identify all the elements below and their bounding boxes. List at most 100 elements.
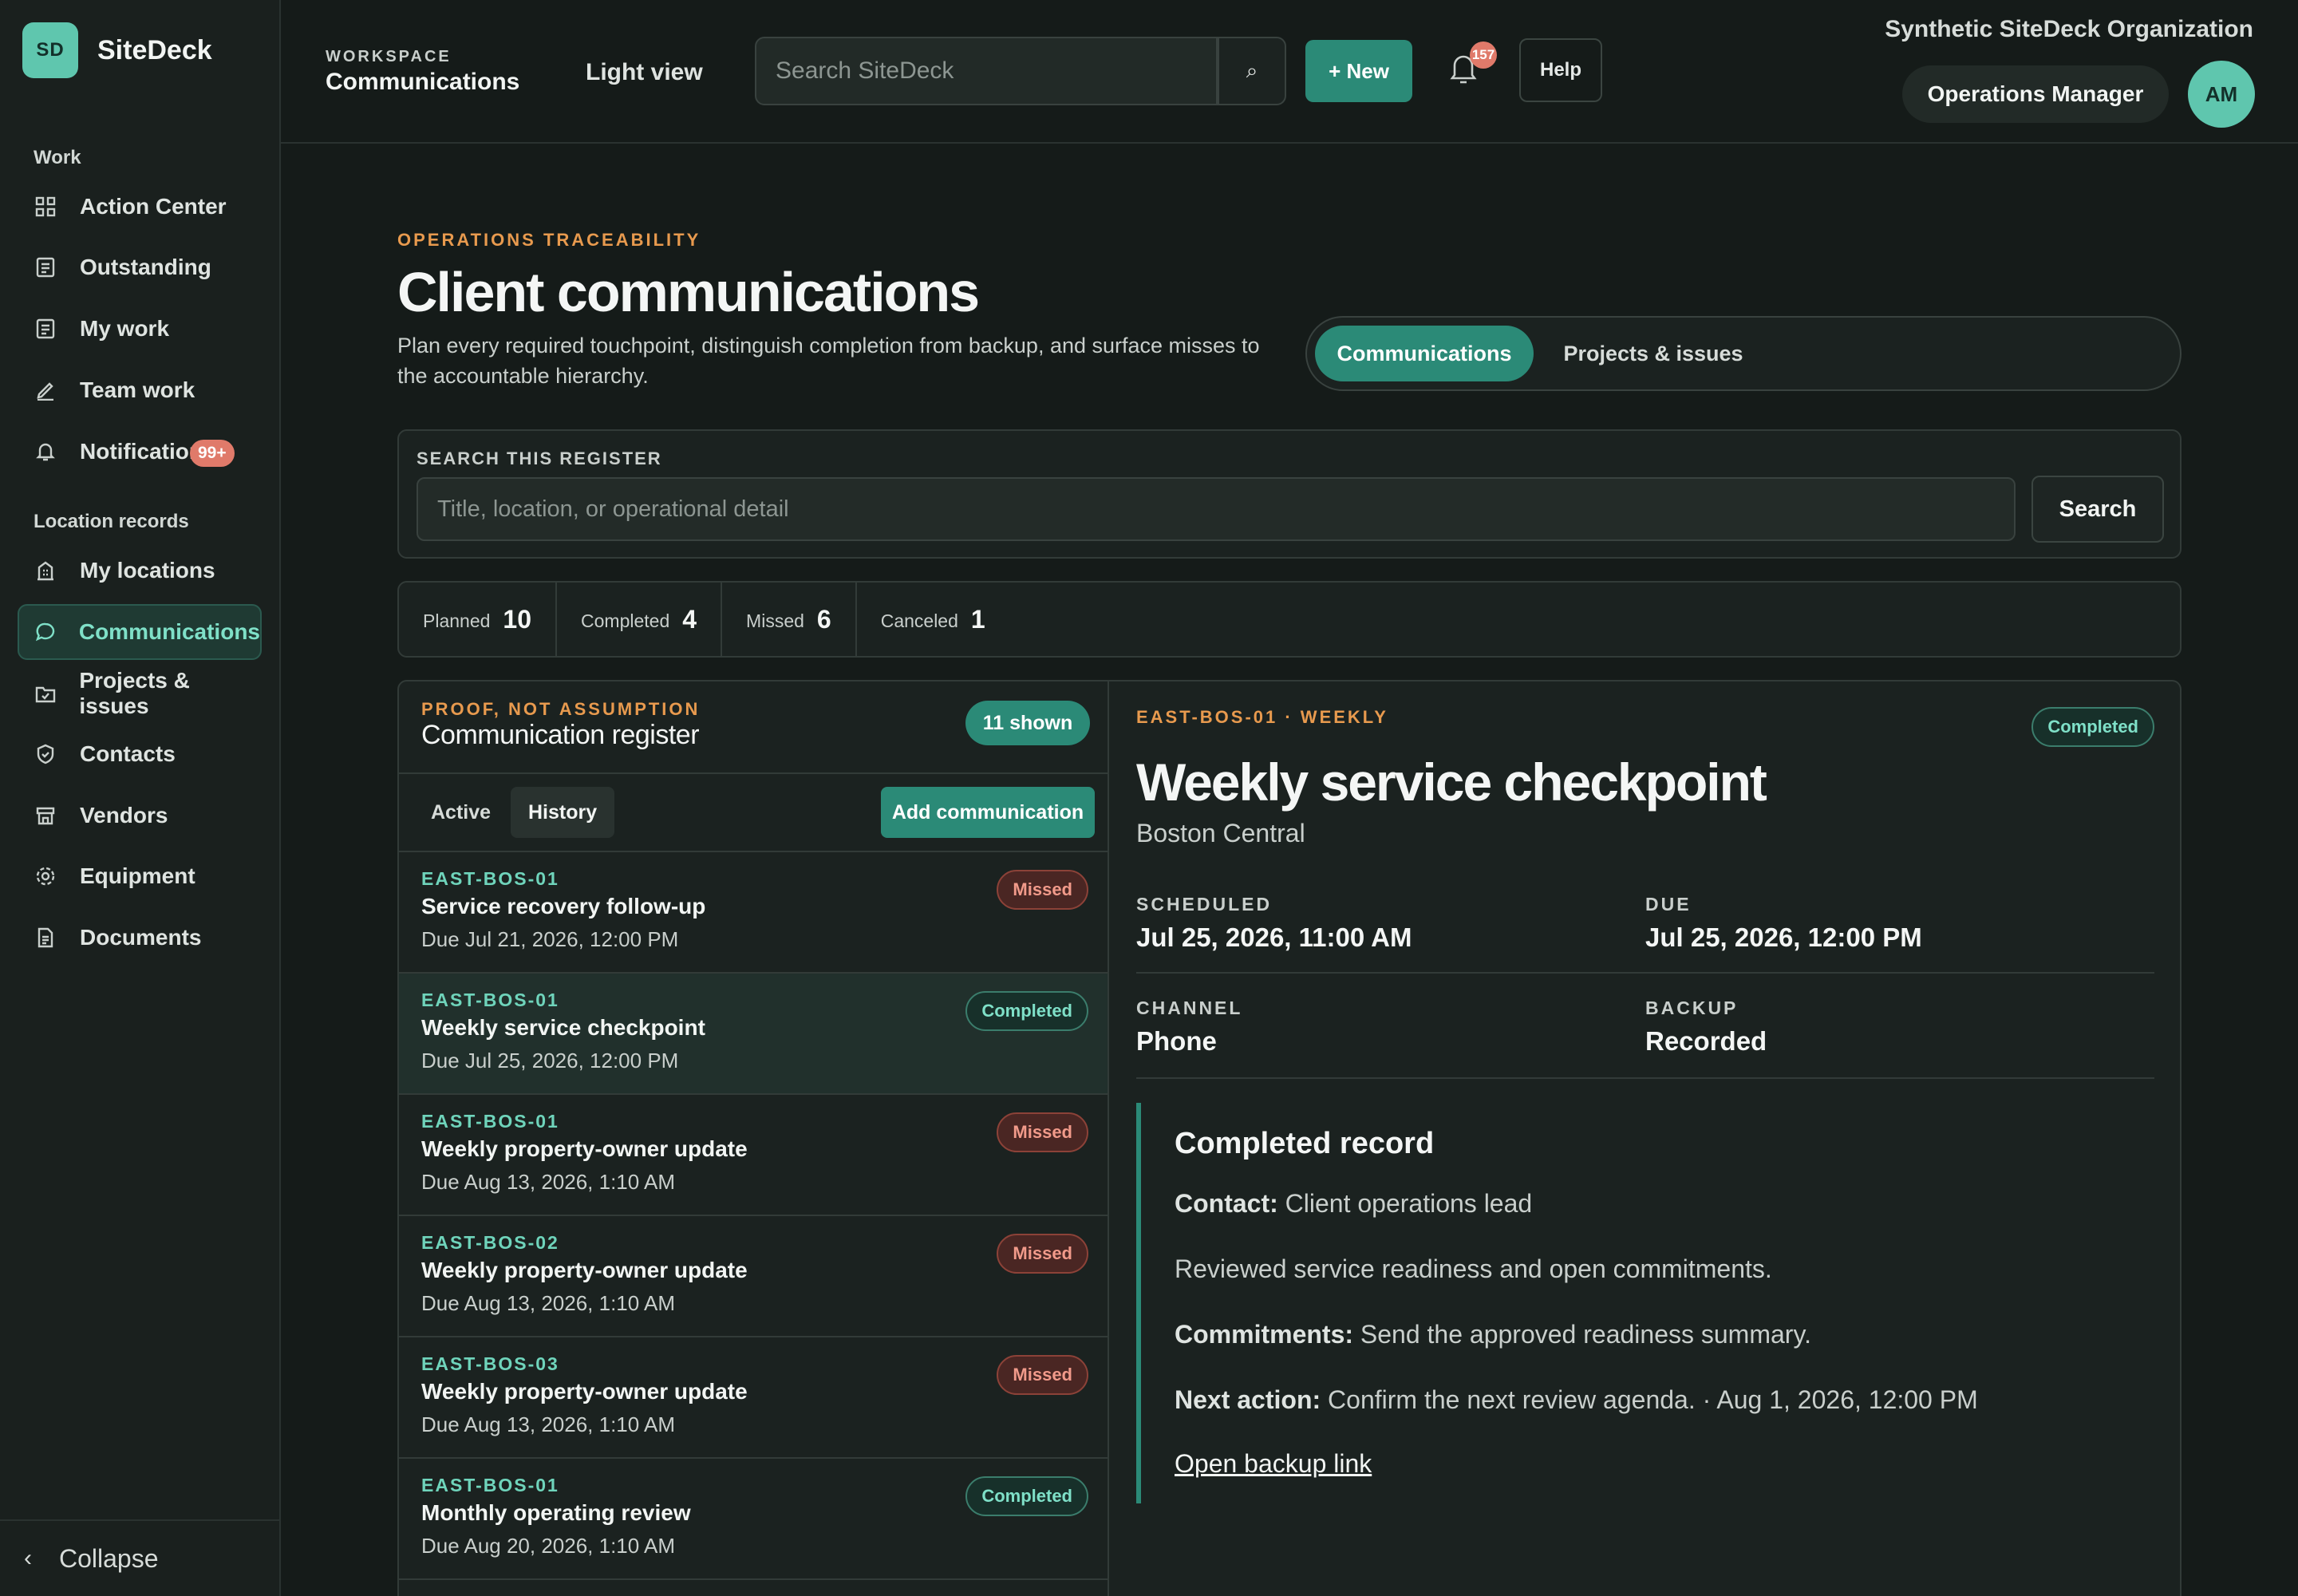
- sidebar-item-outstanding[interactable]: Outstanding: [18, 239, 262, 295]
- stat-value: 4: [682, 604, 697, 634]
- sidebar-item-notifications[interactable]: Notifications 99+: [18, 424, 262, 480]
- sidebar-item-label: Team work: [80, 377, 195, 402]
- pen-icon: [34, 378, 57, 402]
- stat-missed: Missed 6: [722, 583, 857, 656]
- sidebar-item-label: Equipment: [80, 863, 195, 888]
- document-icon: [34, 926, 57, 950]
- detail-title: Weekly service checkpoint: [1136, 753, 1767, 812]
- bell-icon: [34, 440, 57, 464]
- communication-title: Weekly property-owner update: [421, 1136, 748, 1161]
- list-item[interactable]: EAST-BOS-01 Weekly service checkpoint Du…: [399, 974, 1108, 1095]
- register-search-button[interactable]: Search: [2031, 476, 2164, 543]
- workspace-label: WORKSPACE: [326, 48, 452, 65]
- sidebar-item-label: Contacts: [80, 741, 176, 766]
- open-backup-link[interactable]: Open backup link: [1175, 1449, 1372, 1479]
- register-list: EAST-BOS-01 Service recovery follow-up D…: [399, 852, 1108, 1580]
- status-badge: Completed: [965, 991, 1088, 1031]
- sidebar-item-documents[interactable]: Documents: [18, 910, 262, 966]
- page-title: Client communications: [397, 261, 980, 323]
- backup-label: BACKUP: [1645, 998, 1739, 1018]
- register-eyebrow: PROOF, NOT ASSUMPTION: [421, 699, 701, 719]
- contact-value: Client operations lead: [1285, 1189, 1533, 1218]
- chat-icon: [35, 620, 57, 644]
- tab-projects-issues[interactable]: Projects & issues: [1540, 326, 1767, 381]
- shield-icon: [34, 742, 57, 766]
- due-date: Due Aug 20, 2026, 1:10 AM: [421, 1534, 676, 1558]
- record-commitments: Commitments: Send the approved readiness…: [1175, 1320, 1811, 1349]
- sidebar-item-my-work[interactable]: My work: [18, 301, 262, 357]
- sidebar-item-label: Communications: [78, 619, 260, 644]
- global-search-button[interactable]: ⌕: [1218, 37, 1286, 105]
- help-button[interactable]: Help: [1519, 38, 1602, 102]
- chevron-left-icon: ‹: [24, 1545, 32, 1571]
- communication-title: Monthly operating review: [421, 1500, 691, 1525]
- communication-register: PROOF, NOT ASSUMPTION Communication regi…: [397, 680, 1109, 1596]
- list-item[interactable]: EAST-BOS-02 Weekly property-owner update…: [399, 1216, 1108, 1337]
- location-code: EAST-BOS-01: [421, 1475, 559, 1495]
- detail-status-badge: Completed: [2031, 707, 2154, 747]
- stat-planned: Planned 10: [399, 583, 558, 656]
- sidebar-item-label: Documents: [80, 925, 202, 950]
- due-date: Due Aug 13, 2026, 1:10 AM: [421, 1412, 676, 1436]
- new-button[interactable]: + New: [1305, 40, 1412, 102]
- record-next-action: Next action: Confirm the next review age…: [1175, 1385, 1978, 1415]
- gear-icon: [34, 864, 57, 888]
- sidebar-item-action-center[interactable]: Action Center: [18, 179, 262, 235]
- page-description: Plan every required touchpoint, distingu…: [397, 334, 1260, 388]
- register-search-label: SEARCH THIS REGISTER: [417, 448, 662, 468]
- add-communication-button[interactable]: Add communication: [881, 787, 1095, 838]
- register-search-panel: SEARCH THIS REGISTER Title, location, or…: [397, 429, 2182, 559]
- list-item[interactable]: EAST-BOS-01 Service recovery follow-up D…: [399, 852, 1108, 974]
- role-selector[interactable]: Operations Manager: [1902, 65, 2169, 123]
- location-code: EAST-BOS-01: [421, 868, 559, 889]
- location-code: EAST-BOS-02: [421, 1232, 559, 1253]
- avatar[interactable]: AM: [2188, 61, 2255, 128]
- list-item[interactable]: EAST-BOS-01 Weekly property-owner update…: [399, 1095, 1108, 1216]
- stat-label: Canceled: [880, 610, 958, 631]
- detail-eyebrow: EAST-BOS-01 · WEEKLY: [1136, 707, 1388, 727]
- sidebar-item-team-work[interactable]: Team work: [18, 362, 262, 418]
- collapse-button[interactable]: ‹ Collapse: [0, 1519, 281, 1596]
- tab-history[interactable]: History: [511, 787, 615, 838]
- scheduled-value: Jul 25, 2026, 11:00 AM: [1136, 922, 1412, 952]
- location-code: EAST-BOS-01: [421, 1111, 559, 1132]
- brand[interactable]: SD SiteDeck: [22, 22, 212, 78]
- grid-icon: [34, 195, 57, 219]
- due-value: Jul 25, 2026, 12:00 PM: [1645, 922, 1922, 952]
- record-title: Completed record: [1175, 1127, 1435, 1160]
- list-item[interactable]: EAST-BOS-01 Monthly operating review Due…: [399, 1459, 1108, 1580]
- sidebar-item-label: Projects & issues: [79, 668, 190, 718]
- sidebar-item-equipment[interactable]: Equipment: [18, 848, 262, 904]
- register-toolbar: Active History Add communication: [399, 772, 1108, 852]
- status-badge: Missed: [997, 870, 1088, 910]
- register-search-input[interactable]: Title, location, or operational detail: [417, 477, 2016, 541]
- sidebar-item-communications[interactable]: Communications: [18, 604, 262, 660]
- page-eyebrow: OPERATIONS TRACEABILITY: [397, 230, 701, 250]
- sidebar-item-contacts[interactable]: Contacts: [18, 726, 262, 782]
- stat-value: 6: [816, 604, 831, 634]
- sidebar-item-my-locations[interactable]: My locations: [18, 543, 262, 598]
- communication-title: Weekly property-owner update: [421, 1379, 748, 1404]
- sidebar-item-projects-issues[interactable]: Projects & issues: [18, 666, 262, 721]
- notifications-badge: 99+: [190, 440, 235, 467]
- scheduled-label: SCHEDULED: [1136, 894, 1273, 915]
- divider: [1136, 972, 2154, 974]
- sidebar-item-label: Outstanding: [80, 255, 211, 279]
- collapse-label: Collapse: [59, 1543, 159, 1573]
- global-search-input[interactable]: Search SiteDeck: [755, 37, 1218, 105]
- store-icon: [34, 804, 57, 828]
- tab-active[interactable]: Active: [413, 787, 508, 838]
- list-item[interactable]: EAST-BOS-03 Weekly property-owner update…: [399, 1337, 1108, 1459]
- sidebar-item-label: My locations: [80, 558, 215, 583]
- view-toggle: Communications Projects & issues: [1305, 316, 2182, 391]
- communication-detail: EAST-BOS-01 · WEEKLY Completed Weekly se…: [1109, 680, 2182, 1596]
- sidebar-item-label: My work: [80, 316, 170, 341]
- sidebar-item-vendors[interactable]: Vendors: [18, 788, 262, 843]
- light-view-toggle[interactable]: Light view: [586, 59, 703, 86]
- divider: [1136, 1077, 2154, 1079]
- organization-name: Synthetic SiteDeck Organization: [1885, 16, 2253, 42]
- contact-label: Contact:: [1175, 1189, 1278, 1218]
- channel-label: CHANNEL: [1136, 998, 1243, 1018]
- tab-communications[interactable]: Communications: [1315, 326, 1534, 381]
- checklist-icon: [34, 255, 57, 279]
